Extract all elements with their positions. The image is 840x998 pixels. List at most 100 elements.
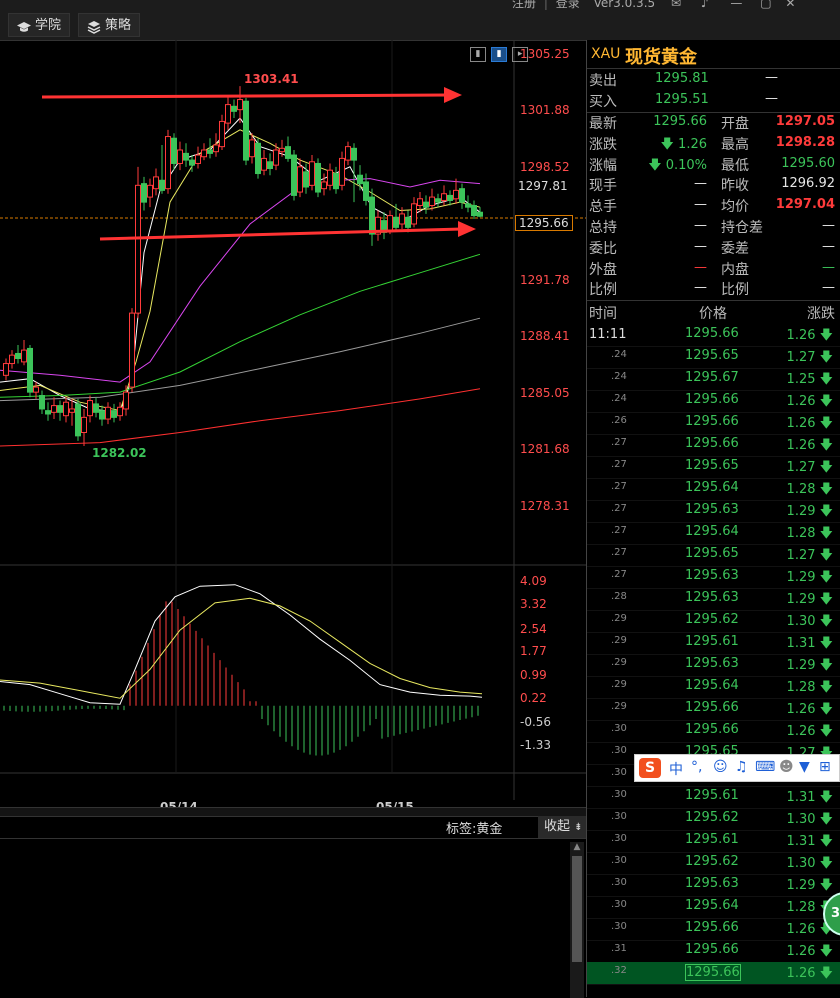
tick-row[interactable]: .24 1295.66 1.26 🡇 [587, 390, 840, 413]
tick-price: 1295.63 [685, 568, 739, 583]
tick-row[interactable]: .30 1295.62 1.30 🡇 [587, 808, 840, 831]
candle-body [357, 174, 363, 185]
tick-price: 1295.66 [685, 964, 741, 981]
tick-row[interactable]: 11:11 1295.66 1.26 🡇 [587, 324, 840, 347]
skin-icon[interactable]: ▼ [799, 759, 810, 775]
macd-tick-label: -1.33 [520, 738, 552, 752]
ime-toolbar[interactable]: S 中 °, ☺ ♫ ⌨ ☻ ▼ ⊞ [634, 754, 840, 782]
tick-row[interactable]: .27 1295.64 1.28 🡇 [587, 522, 840, 545]
tick-row[interactable]: .32 1295.66 1.26 🡇 [587, 962, 840, 985]
annotation-arrow-lower-head [458, 221, 476, 237]
keyboard-icon[interactable]: ⌨ [755, 759, 775, 775]
tick-row[interactable]: .29 1295.62 1.30 🡇 [587, 610, 840, 633]
tick-row[interactable]: .30 1295.61 1.31 🡇 [587, 830, 840, 853]
tick-row[interactable]: .28 1295.63 1.29 🡇 [587, 588, 840, 611]
bell-icon[interactable]: ♪ [685, 0, 709, 10]
scroll-up-icon[interactable]: ▲ [570, 842, 584, 854]
panel-splitter[interactable] [0, 808, 586, 817]
tick-row[interactable]: .27 1295.65 1.27 🡇 [587, 456, 840, 479]
tick-row[interactable]: .29 1295.61 1.31 🡇 [587, 632, 840, 655]
ime-mode[interactable]: 中 [669, 759, 683, 779]
tick-row[interactable]: .29 1295.63 1.29 🡇 [587, 654, 840, 677]
tick-change: 1.29 🡇 [786, 570, 833, 585]
buy-label: 买入 [589, 94, 617, 110]
academy-button[interactable]: 学院 [8, 13, 71, 37]
candle-body [429, 196, 435, 206]
tick-time: .30 [611, 767, 627, 778]
annotation-arrow-upper-shaft [41, 93, 449, 99]
chart-split-icon[interactable]: ▮ [491, 47, 508, 62]
tick-row[interactable]: .26 1295.66 1.26 🡇 [587, 412, 840, 435]
field-label: 总持 [589, 220, 617, 236]
tick-change: 1.25 🡇 [786, 372, 833, 387]
tick-row[interactable]: .30 1295.63 1.29 🡇 [587, 874, 840, 897]
candle-body [111, 410, 117, 418]
field-value-2: — [822, 218, 835, 233]
candle-body [303, 171, 309, 188]
tick-time: .29 [611, 657, 627, 668]
tick-row[interactable]: .24 1295.65 1.27 🡇 [587, 346, 840, 369]
candle-body [447, 194, 453, 201]
tick-change: 1.29 🡇 [786, 504, 833, 519]
candle-body [135, 184, 141, 314]
candle-body [213, 144, 219, 153]
tick-time: .30 [611, 877, 627, 888]
emoji-icon[interactable]: ☺ [713, 759, 728, 775]
collapse-button[interactable]: 收起 ⇟ [538, 816, 586, 838]
register-link[interactable]: 注册 [512, 0, 536, 10]
tick-price: 1295.66 [685, 920, 739, 935]
tick-row[interactable]: .27 1295.63 1.29 🡇 [587, 500, 840, 523]
tick-row[interactable]: .27 1295.65 1.27 🡇 [587, 544, 840, 567]
login-link[interactable]: 登录 [556, 0, 580, 10]
kline-chart[interactable]: ▮ ▮ ▸ 1305.25 1301.88 1298.52 1297.81 1295.6… [0, 40, 586, 820]
price-tick-label: 1291.78 [520, 273, 570, 287]
toolbox-icon[interactable]: ⊞ [819, 759, 831, 775]
tick-row[interactable]: .27 1295.63 1.29 🡇 [587, 566, 840, 589]
tick-price: 1295.62 [685, 612, 739, 627]
user-icon[interactable]: ☻ [779, 759, 794, 775]
tick-price: 1295.66 [685, 326, 739, 341]
tick-row[interactable]: .30 1295.64 1.28 🡇 [587, 896, 840, 919]
candle-body [345, 146, 351, 161]
ticks-header: 时间 价格 涨跌 [587, 302, 840, 324]
tick-row[interactable]: .30 1295.66 1.26 🡇 [587, 720, 840, 743]
tick-price: 1295.65 [685, 348, 739, 363]
tick-time: .29 [611, 679, 627, 690]
candle-body [423, 201, 429, 208]
tick-time: .30 [611, 811, 627, 822]
scrollbar-track[interactable]: ▲ [570, 842, 584, 998]
chart-type-icon[interactable]: ▮ [470, 47, 486, 62]
tick-row[interactable]: .31 1295.66 1.26 🡇 [587, 940, 840, 963]
ma-line-20 [0, 178, 481, 383]
tick-row[interactable]: .29 1295.64 1.28 🡇 [587, 676, 840, 699]
mail-icon[interactable]: ✉ [659, 0, 681, 10]
minimize-icon[interactable]: — [712, 0, 742, 10]
field-label-2: 均价 [721, 199, 749, 216]
tick-row[interactable]: .27 1295.64 1.28 🡇 [587, 478, 840, 501]
field-label: 总手 [589, 199, 617, 216]
tick-row[interactable]: .30 1295.66 1.26 🡇 [587, 918, 840, 941]
low-price-label: 1282.02 [92, 446, 147, 460]
tick-row[interactable]: .30 1295.62 1.30 🡇 [587, 852, 840, 875]
punctuation-icon[interactable]: °, [691, 759, 702, 775]
strategy-button[interactable]: 策略 [78, 13, 141, 37]
ime-logo[interactable]: S [639, 758, 661, 778]
tick-row[interactable]: .27 1295.66 1.26 🡇 [587, 434, 840, 457]
candle-body [249, 139, 255, 158]
tick-change: 1.26 🡇 [786, 702, 833, 717]
tick-time: .28 [611, 591, 627, 602]
field-value: 🡇 0.10% [648, 157, 707, 173]
candle-body [201, 149, 207, 158]
tick-row[interactable]: .24 1295.67 1.25 🡇 [587, 368, 840, 391]
tick-change: 1.29 🡇 [786, 878, 833, 893]
scrollbar-thumb[interactable] [572, 856, 582, 962]
close-icon[interactable]: ✕ [775, 0, 795, 10]
tick-row[interactable]: .30 1295.61 1.31 🡇 [587, 786, 840, 809]
microphone-icon[interactable]: ♫ [735, 759, 748, 775]
maximize-icon[interactable]: ▢ [746, 0, 771, 10]
candle-body [237, 99, 243, 111]
tick-change: 1.31 🡇 [786, 790, 833, 805]
high-price-label: 1303.41 [244, 72, 299, 86]
tick-row[interactable]: .29 1295.66 1.26 🡇 [587, 698, 840, 721]
tick-price: 1295.65 [685, 546, 739, 561]
